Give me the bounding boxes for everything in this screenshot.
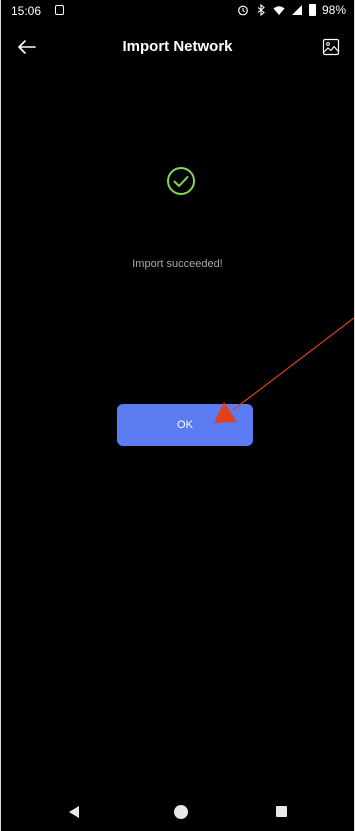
wifi-icon [273,6,285,15]
alarm-icon [238,5,248,16]
annotation-line [232,317,354,411]
status-time: 15:06 [11,4,42,18]
ok-button-label: OK [177,419,193,431]
system-nav-bar [1,795,354,831]
app-screen: 15:06 98% Import Network Import succeede… [0,0,355,831]
nav-home-icon[interactable] [174,805,188,819]
battery-percent: 98% [321,3,346,17]
nav-recents-icon[interactable] [276,806,287,817]
signal-icon [291,5,302,15]
nav-back-icon[interactable] [69,806,79,818]
ok-button[interactable]: OK [117,404,253,446]
image-button[interactable] [320,36,342,58]
app-header: Import Network [1,30,354,64]
page-title: Import Network [122,38,233,55]
check-circle-icon [167,167,195,195]
bluetooth-icon [257,4,265,16]
image-icon [322,38,340,56]
notification-icon [55,5,64,15]
status-bar: 15:06 98% [1,0,354,22]
success-message: Import succeeded! [132,258,223,270]
status-icons: 98% [237,3,346,17]
battery-icon [308,4,316,16]
